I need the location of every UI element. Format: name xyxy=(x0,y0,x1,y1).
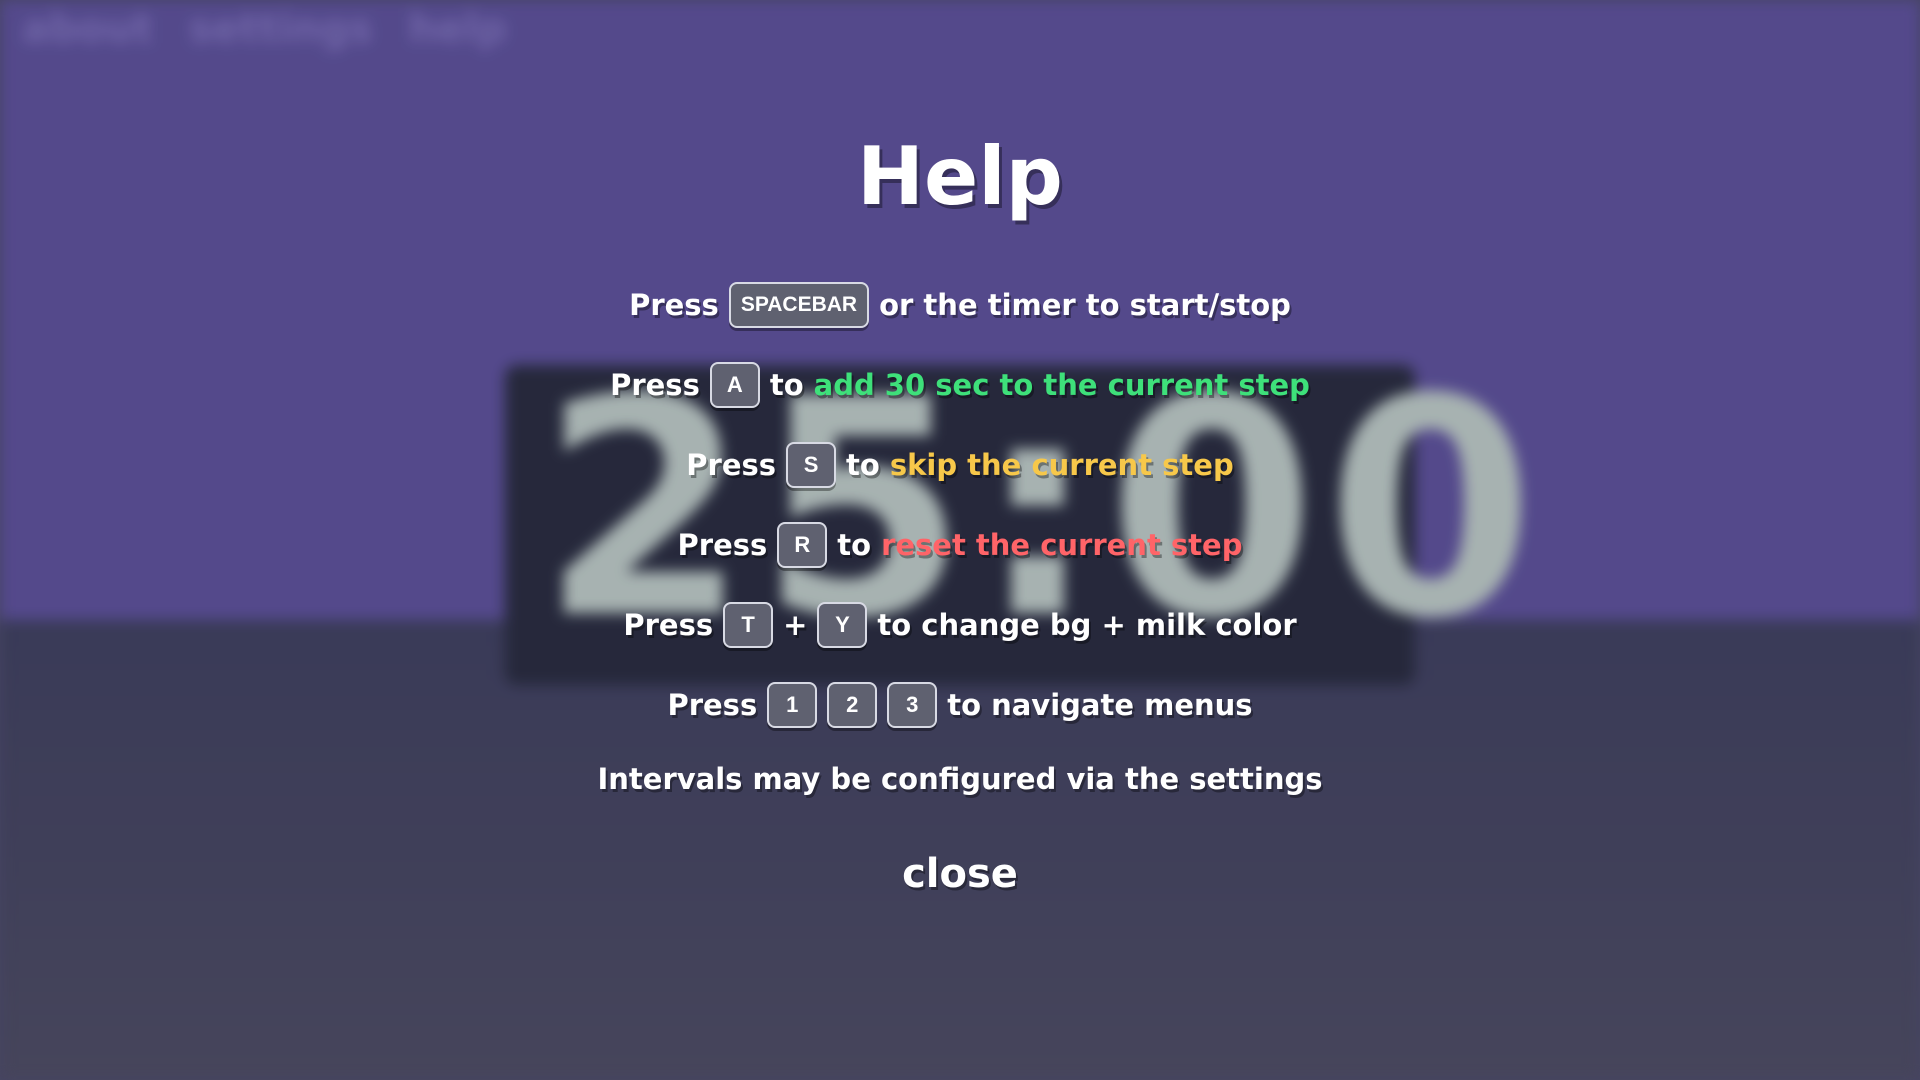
press-label: Press xyxy=(667,688,758,722)
spacebar-key: SPACEBAR xyxy=(728,282,870,328)
help-line-reset: Press R to reset the current step xyxy=(0,522,1920,568)
help-text: or the timer to start/stop xyxy=(879,288,1291,322)
help-title: Help xyxy=(857,130,1063,223)
help-line-color: Press T + Y to change bg + milk color xyxy=(0,602,1920,648)
help-text: to change bg + milk color xyxy=(877,608,1297,642)
help-modal: Help Press SPACEBAR or the timer to star… xyxy=(0,0,1920,1080)
key-2: 2 xyxy=(827,682,878,728)
reset-step-text: reset the current step xyxy=(881,528,1243,562)
key-3: 3 xyxy=(887,682,938,728)
press-label: Press xyxy=(677,528,768,562)
add-time-text: add 30 sec to the current step xyxy=(813,368,1310,402)
press-label: Press xyxy=(610,368,700,402)
press-label: Press xyxy=(686,448,777,482)
to-label: to xyxy=(837,528,872,562)
help-line-navigate: Press 1 2 3 to navigate menus xyxy=(0,682,1920,728)
t-key: T xyxy=(723,602,774,648)
help-text: to navigate menus xyxy=(947,688,1253,722)
to-label: to xyxy=(846,448,880,482)
to-label: to xyxy=(769,368,804,402)
press-label: Press xyxy=(623,608,714,642)
s-key: S xyxy=(786,442,837,488)
y-key: Y xyxy=(817,602,868,648)
settings-note: Intervals may be configured via the sett… xyxy=(597,762,1323,796)
help-line-add: Press A to add 30 sec to the current ste… xyxy=(0,362,1920,408)
r-key: R xyxy=(777,522,828,568)
help-line-note: Intervals may be configured via the sett… xyxy=(0,762,1920,796)
a-key: A xyxy=(709,362,760,408)
skip-step-text: skip the current step xyxy=(889,448,1234,482)
press-label: Press xyxy=(629,288,719,322)
close-button[interactable]: close xyxy=(890,850,1030,898)
help-line-skip: Press S to skip the current step xyxy=(0,442,1920,488)
help-line-spacebar: Press SPACEBAR or the timer to start/sto… xyxy=(0,282,1920,328)
key-1: 1 xyxy=(767,682,818,728)
plus-label: + xyxy=(783,608,808,642)
